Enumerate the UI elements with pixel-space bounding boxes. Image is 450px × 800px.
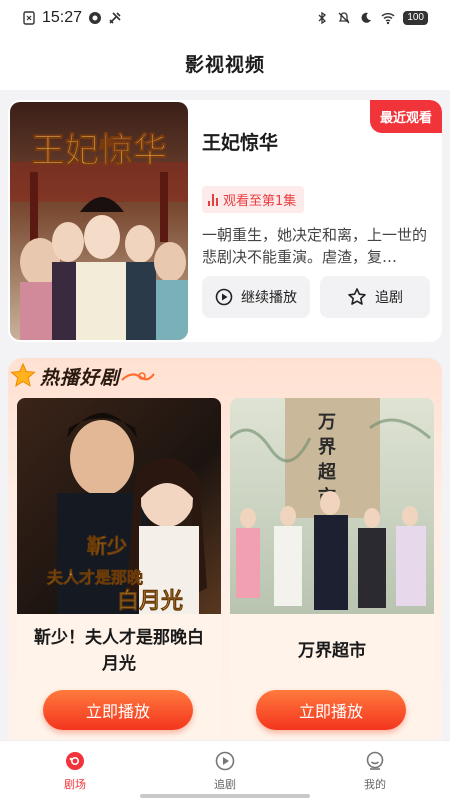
equalizer-icon: [208, 193, 218, 206]
theater-icon: [66, 751, 84, 770]
app-notification-icon: [89, 12, 102, 24]
nav-label-mine: 我的: [364, 777, 386, 791]
header: 影视视频: [0, 36, 450, 90]
svg-text:超: 超: [318, 461, 337, 483]
drama-poster[interactable]: 靳少 夫人才是那晚 白月光: [17, 398, 221, 614]
play-now-button[interactable]: 立即播放: [43, 690, 193, 730]
user-icon: [366, 751, 384, 770]
continue-play-label: 继续播放: [241, 290, 297, 306]
moon-icon: [361, 12, 372, 23]
home-indicator[interactable]: [140, 794, 310, 798]
nav-label-theater: 剧场: [64, 777, 86, 791]
bottom-nav: 剧场 追剧 我的: [0, 740, 450, 800]
svg-text:夫人才是那晚: 夫人才是那晚: [47, 568, 143, 587]
hot-dramas-section: 热播好剧 靳少 夫人才是那晚 白月光 靳少！夫人才是那晚白月光 立即播放 万 界…: [8, 358, 442, 758]
play-circle-icon: [215, 288, 233, 306]
recent-watch-card[interactable]: 王妃惊华 最近观看 王妃惊华 观看至第1集 一朝重生，她决定和离，上一世的悲剧决…: [8, 100, 442, 342]
progress-tag: 观看至第1集: [202, 186, 305, 213]
drama-poster-image: 万 界 超 市: [230, 398, 434, 614]
recent-description: 一朝重生，她决定和离，上一世的悲剧决不能重演。虐渣，复…: [202, 226, 428, 266]
mute-icon: [338, 12, 350, 24]
swirl-decoration-icon: [121, 372, 155, 381]
bluetooth-icon: [318, 11, 327, 25]
drama-card[interactable]: 万 界 超 市 万界超市 立即播放: [230, 398, 434, 758]
nav-item-mine[interactable]: 我的: [300, 741, 450, 800]
recent-poster-title: 王妃惊华: [31, 131, 167, 171]
status-time: 15:27: [42, 9, 83, 26]
sim-icon: [23, 11, 35, 25]
star-badge-icon: [10, 363, 36, 387]
drama-poster[interactable]: 万 界 超 市: [230, 398, 434, 614]
recent-poster[interactable]: 王妃惊华: [10, 102, 188, 340]
continue-play-button[interactable]: 继续播放: [202, 276, 310, 318]
play-now-button[interactable]: 立即播放: [256, 690, 406, 730]
drama-card[interactable]: 靳少 夫人才是那晚 白月光 靳少！夫人才是那晚白月光 立即播放: [17, 398, 221, 758]
svg-text:万: 万: [317, 412, 336, 433]
drama-name[interactable]: 万界超市: [230, 614, 434, 682]
nav-item-following[interactable]: 追剧: [150, 741, 300, 800]
svg-text:界: 界: [318, 437, 336, 458]
status-bar: 15:27 100: [0, 0, 450, 36]
star-icon: [348, 288, 366, 305]
hot-section-header: 热播好剧: [10, 358, 156, 394]
follow-label: 追剧: [375, 290, 403, 306]
recent-title[interactable]: 王妃惊华: [202, 128, 278, 155]
progress-text: 观看至第1集: [223, 194, 297, 209]
recent-badge: 最近观看: [369, 100, 442, 133]
drama-name[interactable]: 靳少！夫人才是那晚白月光: [17, 614, 221, 682]
nav-item-theater[interactable]: 剧场: [0, 741, 150, 800]
recent-poster-image: 王妃惊华: [10, 102, 188, 340]
play-circle-icon: [215, 751, 235, 770]
follow-button[interactable]: 追剧: [320, 276, 430, 318]
svg-text:白月光: 白月光: [117, 588, 183, 614]
nav-label-following: 追剧: [214, 777, 236, 791]
battery-indicator: 100: [403, 11, 428, 25]
page-title: 影视视频: [184, 53, 265, 76]
wifi-icon: [381, 13, 395, 25]
svg-text:靳少: 靳少: [87, 534, 127, 558]
drama-poster-image: 靳少 夫人才是那晚 白月光: [17, 398, 221, 614]
hot-section-title: 热播好剧: [40, 366, 121, 389]
tools-icon: [109, 12, 121, 24]
